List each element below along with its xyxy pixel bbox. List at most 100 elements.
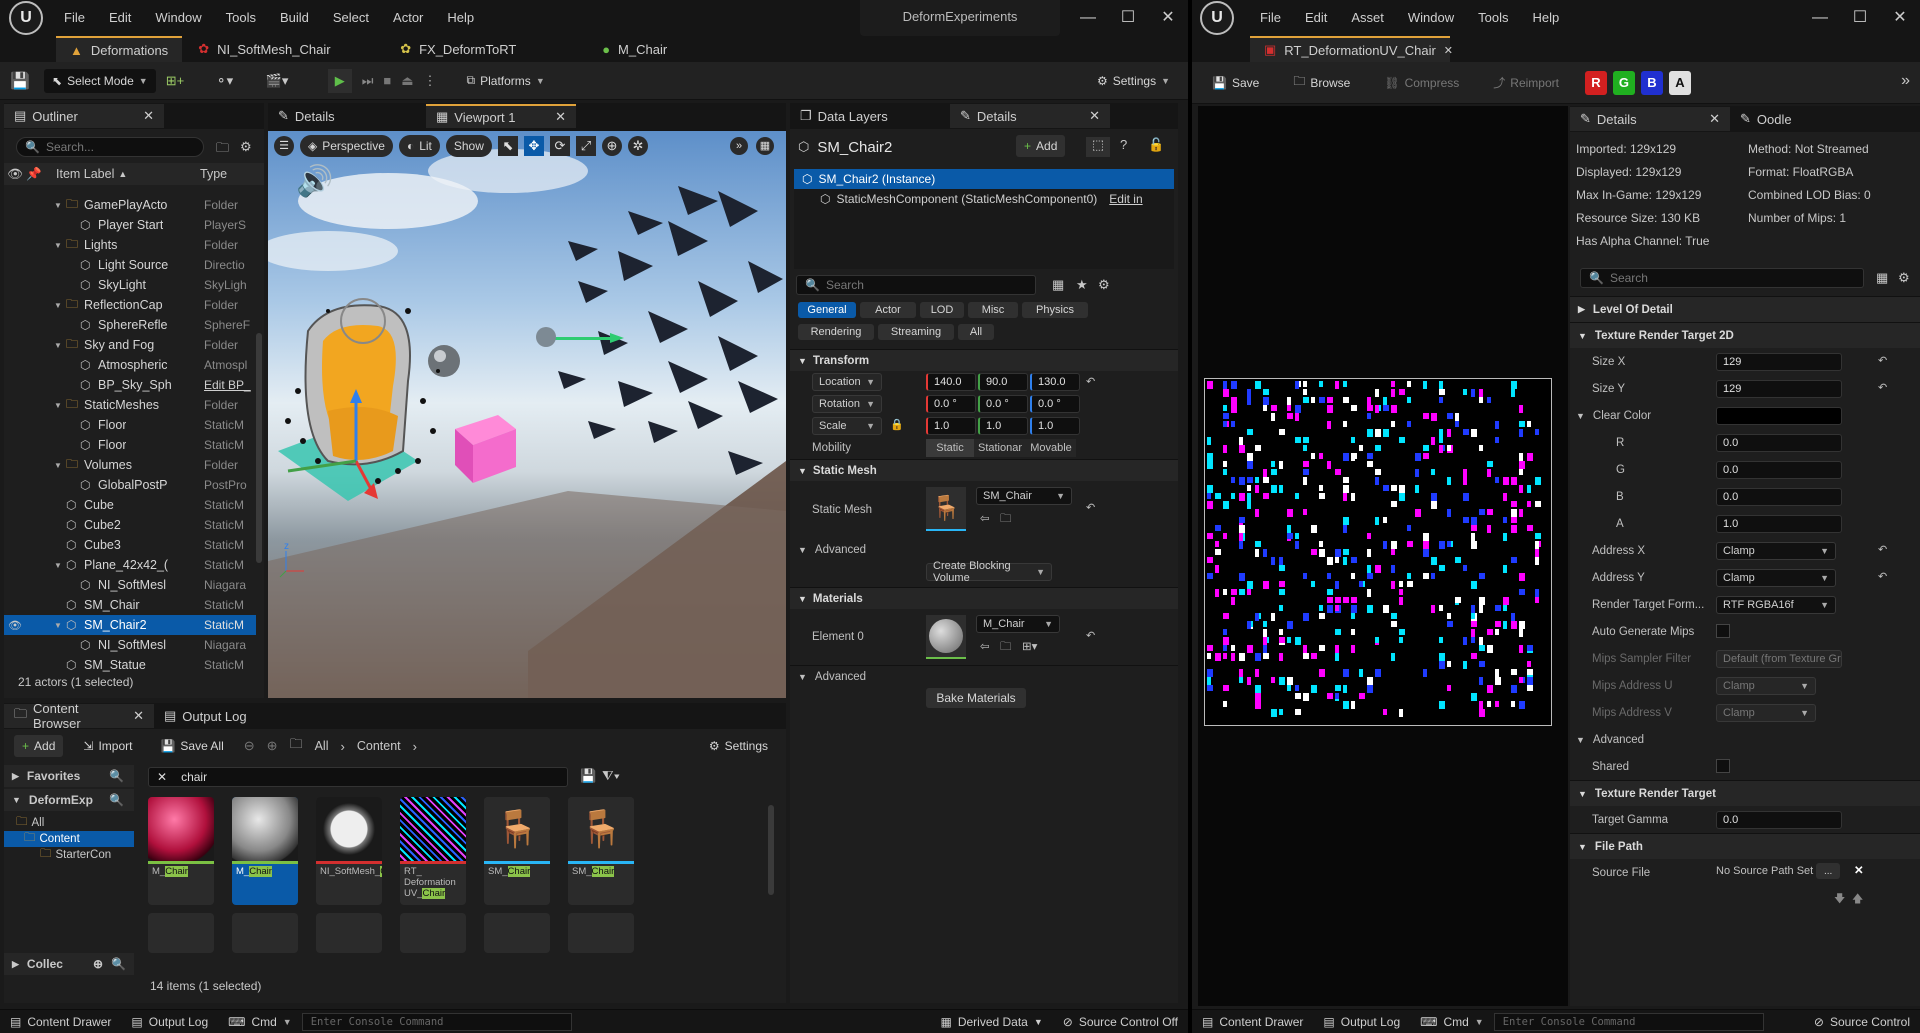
breadcrumb-all[interactable]: All <box>315 739 329 753</box>
section-rt2d[interactable]: ▼ Texture Render Target 2D <box>1570 322 1920 348</box>
tab-details[interactable]: ✎ Details ✕ <box>950 104 1110 128</box>
mips-filter-dropdown[interactable]: Default (from Texture Gr▼ <box>1716 649 1842 668</box>
console-input[interactable]: Enter Console Command <box>301 1012 572 1031</box>
browse-icon[interactable]: 🗀 <box>1000 511 1012 530</box>
outliner-row[interactable]: ⬡ SkyLight SkyLigh <box>4 275 256 295</box>
component-row[interactable]: ⬡ StaticMeshComponent (StaticMeshComponen… <box>794 189 1174 209</box>
rotate-tool-icon[interactable]: ⟳ <box>549 136 570 156</box>
save-button[interactable]: 💾 Save <box>1204 72 1267 94</box>
asset-tile[interactable]: RT_ Deformation UV_Chair <box>400 797 466 905</box>
content-settings-button[interactable]: ⚙ Settings <box>701 735 776 757</box>
outliner-row[interactable]: ⬡ SM_Statue StaticM <box>4 655 256 675</box>
tab-outliner[interactable]: ▤ Outliner ✕ <box>4 104 164 128</box>
section-transform[interactable]: ▼ Transform <box>790 349 1178 371</box>
add-button[interactable]: + Add <box>14 735 64 757</box>
outliner-row[interactable]: ⬡ NI_SoftMesl Niagara <box>4 575 256 595</box>
expand-icon[interactable]: ▼ <box>54 401 66 410</box>
auto-mips-checkbox[interactable] <box>1716 624 1730 638</box>
viewport-scene[interactable]: z 🔊 ☰ ◈ Perspective ◐ Lit Show ⬉ ✥ ⟳ ⤢ ⊕ ✲… <box>268 131 786 698</box>
tab-output-log[interactable]: ▤ Output Log <box>154 704 264 728</box>
arrow-down-icon[interactable]: 🡇 <box>1834 890 1845 909</box>
channel-g-toggle[interactable]: G <box>1612 70 1635 95</box>
clear-source-icon[interactable]: ✕ <box>1854 863 1864 877</box>
tree-startercontent[interactable]: 🗀 StarterCon <box>4 847 134 863</box>
content-drawer-button[interactable]: ▤ Content Drawer <box>0 1010 121 1033</box>
close-icon[interactable]: ✕ <box>1880 0 1920 36</box>
tab-deformations[interactable]: ▲ Deformations <box>56 36 183 62</box>
actor-name[interactable]: SM_Chair2 <box>817 139 892 156</box>
channel-r-toggle[interactable]: R <box>1584 70 1607 95</box>
close-icon[interactable]: ✕ <box>1089 108 1100 124</box>
advanced-row[interactable]: ▼ Advanced <box>790 539 1178 561</box>
collections-header[interactable]: ▶ Collec ⊕ 🔍 <box>4 953 134 975</box>
channel-a-toggle[interactable]: A <box>1668 70 1691 95</box>
hamburger-icon[interactable]: ☰ <box>274 136 294 156</box>
console-input[interactable]: Enter Console Command <box>1493 1012 1764 1031</box>
cinematics-icon[interactable]: 🎬▾ <box>266 73 306 89</box>
scale-y[interactable]: 1.0 <box>978 417 1028 435</box>
visibility-icon[interactable]: 👁 <box>4 619 26 632</box>
tab-details-left[interactable]: ✎ Details <box>268 104 426 128</box>
tab-oodle[interactable]: ✎ Oodle <box>1730 107 1830 131</box>
close-icon[interactable]: ✕ <box>555 109 566 125</box>
section-lod[interactable]: ▶ Level Of Detail <box>1570 296 1920 322</box>
tab-m-chair[interactable]: ● M_Chair <box>588 36 708 62</box>
filter-general[interactable]: General <box>798 302 856 318</box>
save-icon[interactable]: 💾 <box>10 71 34 91</box>
source-control-button[interactable]: ⊘ Source Control <box>1804 1010 1920 1033</box>
filter-physics[interactable]: Physics <box>1022 302 1088 318</box>
gear-icon[interactable]: ⚙ <box>1898 270 1910 286</box>
cmd-dropdown[interactable]: ⌨ Cmd ▼ <box>218 1010 302 1033</box>
gamma-field[interactable]: 0.0 <box>1716 810 1842 829</box>
outliner-row[interactable]: ▼ 🗀 ReflectionCap Folder <box>4 295 256 315</box>
asset-tile[interactable]: M_Chair <box>232 797 298 905</box>
cmd-dropdown[interactable]: ⌨ Cmd ▼ <box>1410 1010 1494 1033</box>
menu-file[interactable]: File <box>1248 0 1293 36</box>
unreal-logo-icon[interactable]: U <box>1200 1 1234 35</box>
arrow-up-icon[interactable]: 🡅 <box>1852 890 1863 909</box>
menu-edit[interactable]: Edit <box>97 0 143 36</box>
section-texture-render-target[interactable]: ▼ Texture Render Target <box>1570 780 1920 806</box>
tab-details[interactable]: ✎ Details ✕ <box>1570 107 1730 131</box>
column-item-label[interactable]: Item Label <box>56 167 114 181</box>
maximize-icon[interactable]: ☐ <box>1108 0 1148 36</box>
search-icon[interactable]: 🔍 <box>109 769 124 783</box>
bake-materials-button[interactable]: Bake Materials <box>926 688 1026 708</box>
details-search[interactable]: 🔍 Search <box>796 275 1036 295</box>
maximize-icon[interactable]: ☐ <box>1840 0 1880 36</box>
mesh-dropdown[interactable]: SM_Chair ▼ <box>976 487 1072 505</box>
texture-details-search[interactable]: 🔍 Search <box>1580 268 1864 288</box>
eject-icon[interactable]: ⏏ <box>401 73 413 89</box>
blueprint-icon[interactable]: ⬚ <box>1086 137 1110 157</box>
tab-rt-deformationuv-chair[interactable]: ▣ RT_DeformationUV_Chair ✕ <box>1250 36 1453 62</box>
reimport-button[interactable]: ⤴ Reimport <box>1485 72 1567 94</box>
tab-content-browser[interactable]: 🗀 Content Browser ✕ <box>4 703 154 731</box>
menu-build[interactable]: Build <box>268 0 321 36</box>
menu-tools[interactable]: Tools <box>1466 0 1520 36</box>
menu-edit[interactable]: Edit <box>1293 0 1339 36</box>
clear-search-icon[interactable]: ✕ <box>157 770 167 784</box>
platforms-button[interactable]: ⧉ Platforms ▼ <box>459 70 553 92</box>
help-icon[interactable]: ? <box>1120 137 1127 152</box>
outliner-row[interactable]: ⬡ GlobalPostP PostPro <box>4 475 256 495</box>
world-icon[interactable]: ⊕ <box>601 136 622 156</box>
expand-icon[interactable]: ▼ <box>54 461 66 470</box>
expand-icon[interactable]: ▼ <box>54 201 66 210</box>
asset-tile[interactable]: M_Chair <box>148 797 214 905</box>
advanced-row[interactable]: ▼ Advanced <box>1570 726 1920 753</box>
project-header[interactable]: ▼ DeformExp 🔍 <box>4 789 134 811</box>
menu-tools[interactable]: Tools <box>214 0 268 36</box>
close-icon[interactable]: ✕ <box>143 108 154 124</box>
add-collection-icon[interactable]: ⊕ <box>93 957 103 971</box>
snap-icon[interactable]: ✲ <box>627 136 648 156</box>
asset-tile[interactable] <box>568 913 634 953</box>
add-actor-icon[interactable]: ⊞+ <box>166 73 206 89</box>
translate-tool-icon[interactable]: ✥ <box>523 136 544 156</box>
use-selected-icon[interactable]: ⇦ <box>980 639 990 653</box>
material-thumbnail[interactable] <box>926 615 966 659</box>
back-icon[interactable]: ⊖ <box>244 738 255 754</box>
reset-icon[interactable]: ↶ <box>1878 354 1887 367</box>
perspective-button[interactable]: ◈ Perspective <box>300 135 393 157</box>
asset-tile[interactable] <box>232 913 298 953</box>
close-icon[interactable]: ✕ <box>1444 44 1453 57</box>
